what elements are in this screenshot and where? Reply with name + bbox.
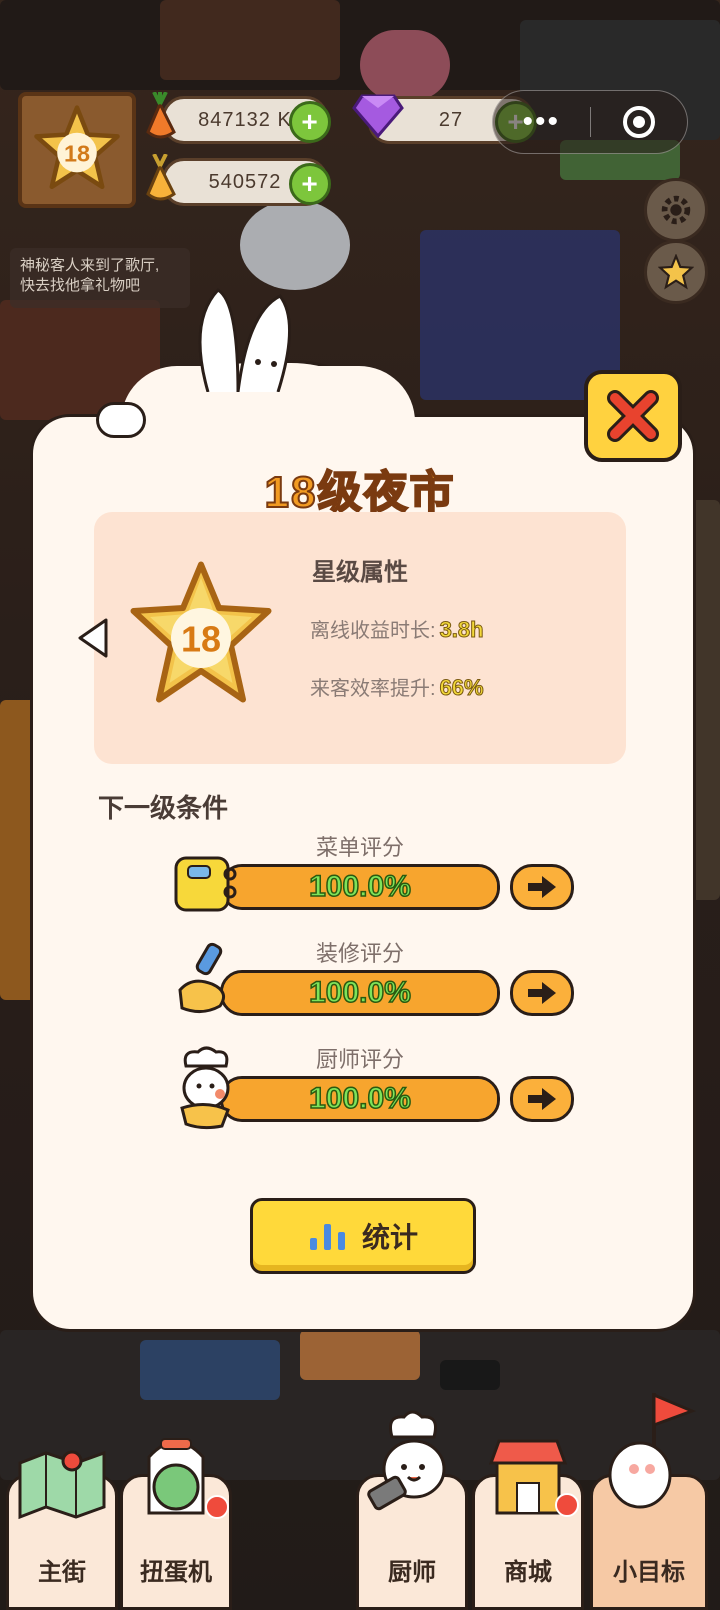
decor-score-value: 100.0% <box>308 975 411 1010</box>
add-carrot-button[interactable]: + <box>289 101 331 143</box>
close-miniprogram-button[interactable] <box>591 105 688 139</box>
carrot-counter: 847132 K + <box>162 96 331 144</box>
chef-bunny-icon <box>180 1046 230 1130</box>
notice-line-2: 快去找他拿礼物吧 <box>20 277 141 294</box>
gem-icon <box>352 92 404 147</box>
level-star-large-icon: 18 <box>130 561 272 703</box>
menu-score-go-button[interactable] <box>510 864 574 910</box>
svg-text:18: 18 <box>181 619 221 660</box>
tab-shop-label: 商城 <box>504 1559 552 1586</box>
arrow-right-icon <box>528 1088 556 1110</box>
modal-title: 18级夜市 <box>264 467 456 518</box>
add-gold-carrot-button[interactable]: + <box>289 163 331 205</box>
target-circle-icon <box>622 106 655 138</box>
tab-goals-label: 小目标 <box>613 1559 685 1586</box>
tab-main-street[interactable]: 主街 <box>6 1450 118 1610</box>
bunny-paw-icon <box>96 402 146 438</box>
bar-chart-icon <box>309 1224 345 1250</box>
gold-carrot-amount: 540572 <box>208 170 282 193</box>
svg-text:18: 18 <box>64 141 90 167</box>
close-modal-button[interactable] <box>584 370 682 462</box>
offline-income-label: 离线收益时长: <box>310 620 436 642</box>
tab-main-street-label: 主街 <box>38 1559 86 1586</box>
chef-score-bar: 100.0% <box>220 1076 500 1122</box>
more-options-button[interactable]: ••• <box>493 105 590 139</box>
tab-gacha[interactable]: 扭蛋机 <box>120 1438 232 1610</box>
offline-income-row: 离线收益时长: 3.8h <box>310 614 484 643</box>
arrow-right-icon <box>528 876 556 898</box>
tab-chef-label: 厨师 <box>388 1559 436 1586</box>
gear-icon <box>661 195 691 225</box>
bottom-navigation: 主街 扭蛋机 厨师 商城 小目标 <box>0 1392 720 1610</box>
statistics-label: 统计 <box>361 1222 418 1253</box>
menu-book-icon <box>174 856 237 912</box>
more-dots-icon: ••• <box>522 105 560 138</box>
paint-roller-icon <box>178 942 226 1013</box>
bunny-ears-icon <box>198 288 292 392</box>
goal-flag-icon <box>608 1392 697 1509</box>
offline-income-value: 3.8h <box>439 617 484 643</box>
gold-carrot-counter: 540572 + <box>162 158 331 206</box>
tab-gacha-label: 扭蛋机 <box>140 1559 212 1586</box>
shop-notification-dot <box>555 1493 579 1517</box>
arrow-right-icon <box>528 982 556 1004</box>
menu-score-bar: 100.0% <box>220 864 500 910</box>
statistics-button[interactable]: 统计 <box>250 1198 476 1274</box>
previous-level-arrow-icon[interactable] <box>76 618 112 658</box>
close-icon <box>607 390 659 442</box>
menu-score-label: 菜单评分 <box>315 835 404 860</box>
miniprogram-capsule: ••• <box>492 90 688 154</box>
visitor-efficiency-row: 来客效率提升: 66% <box>310 672 484 701</box>
chef-score-label: 厨师评分 <box>315 1047 404 1072</box>
player-level-badge[interactable]: 18 <box>18 92 136 208</box>
chef-score-go-button[interactable] <box>510 1076 574 1122</box>
carrot-amount: 847132 K <box>198 108 292 131</box>
next-level-heading: 下一级条件 <box>98 793 229 823</box>
menu-score-value: 100.0% <box>308 869 411 904</box>
event-notice[interactable]: 神秘客人来到了歌厅, 快去找他拿礼物吧 <box>10 248 190 308</box>
gold-carrot-icon <box>140 153 180 211</box>
attributes-heading: 星级属性 <box>312 559 408 586</box>
chef-score-value: 100.0% <box>308 1081 411 1116</box>
settings-button[interactable] <box>644 178 708 242</box>
decor-score-go-button[interactable] <box>510 970 574 1016</box>
favorites-button[interactable] <box>644 240 708 304</box>
star-icon <box>658 254 694 290</box>
map-icon <box>18 1450 106 1520</box>
carrot-icon <box>140 91 180 149</box>
level-star-icon: 18 <box>34 105 120 190</box>
gacha-notification-dot <box>205 1495 229 1519</box>
gem-amount: 27 <box>438 108 464 131</box>
tab-shop[interactable]: 商城 <box>472 1439 584 1610</box>
decor-score-label: 装修评分 <box>315 941 404 966</box>
decor-score-bar: 100.0% <box>220 970 500 1016</box>
chef-icon <box>367 1410 446 1511</box>
visitor-efficiency-label: 来客效率提升: <box>310 678 436 700</box>
notice-line-1: 神秘客人来到了歌厅, <box>20 257 160 274</box>
tab-chef[interactable]: 厨师 <box>356 1410 468 1610</box>
visitor-efficiency-value: 66% <box>439 675 484 701</box>
tab-goals[interactable]: 小目标 <box>590 1392 708 1610</box>
